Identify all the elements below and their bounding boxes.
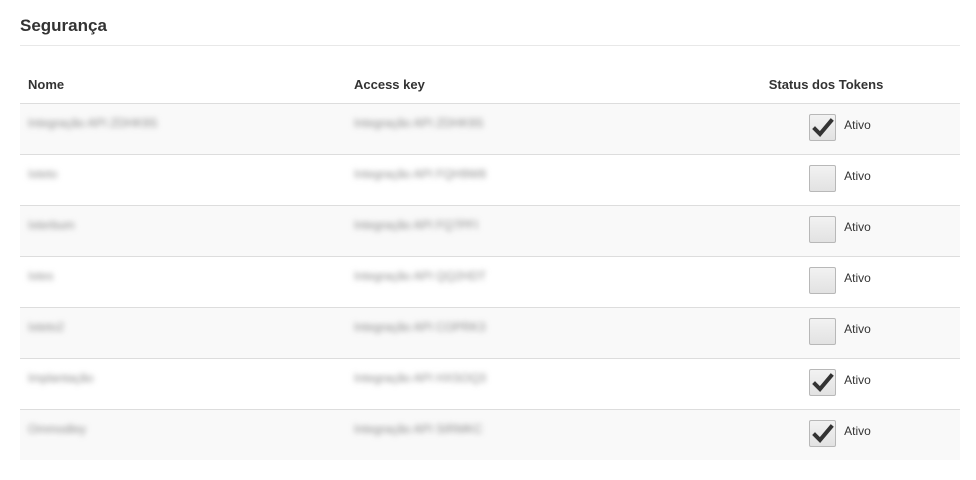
access-key: Integração API QQ2HDT: [354, 269, 487, 283]
access-key: Integração API FQ7PFI: [354, 218, 479, 232]
access-key-cell: Integração API HXSOQ3: [346, 358, 692, 410]
tokens-table: Nome Access key Status dos Tokens Integr…: [20, 66, 960, 460]
token-name: Ixtes: [28, 269, 54, 283]
access-key: Integração API SIRMKC: [354, 422, 483, 436]
checkmark-icon: [812, 424, 834, 443]
access-key-cell: Integração API COPRK3: [346, 307, 692, 359]
access-key: Integração API COPRK3: [354, 320, 486, 334]
table-row: Ixtes Integração API QQ2HDT Ativo: [20, 256, 960, 308]
column-header-name: Nome: [20, 66, 346, 104]
active-label: Ativo: [844, 168, 871, 183]
access-key-cell: Integração API FQ7PFI: [346, 205, 692, 257]
token-status-cell: Ativo: [692, 103, 960, 155]
token-status-cell: Ativo: [692, 307, 960, 359]
active-checkbox[interactable]: [809, 369, 837, 396]
page-title: Segurança: [20, 0, 960, 46]
active-label: Ativo: [844, 270, 871, 285]
token-status-toggle: Ativo: [809, 114, 871, 141]
active-checkbox[interactable]: [809, 114, 837, 141]
token-name: Ommodley: [28, 422, 87, 436]
active-checkbox[interactable]: [809, 267, 837, 294]
token-name: Ixteto: [28, 167, 58, 181]
token-name-cell: Integração API ZDHK9S: [20, 103, 346, 155]
token-name: Implantação: [28, 371, 94, 385]
access-key: Integração API ZDHK9S: [354, 116, 484, 130]
token-status-toggle: Ativo: [809, 420, 871, 447]
token-status-cell: Ativo: [692, 256, 960, 308]
active-checkbox[interactable]: [809, 420, 837, 447]
table-row: Ixteto2 Integração API COPRK3 Ativo: [20, 307, 960, 359]
token-status-cell: Ativo: [692, 154, 960, 206]
active-checkbox[interactable]: [809, 216, 837, 243]
active-label: Ativo: [844, 117, 871, 132]
checkmark-icon: [812, 373, 834, 392]
active-label: Ativo: [844, 372, 871, 387]
table-row: Integração API ZDHK9S Integração API ZDHK…: [20, 103, 960, 155]
access-key: Integração API FQH9W8: [354, 167, 487, 181]
token-status-cell: Ativo: [692, 358, 960, 410]
active-checkbox[interactable]: [809, 318, 837, 345]
access-key-cell: Integração API SIRMKC: [346, 409, 692, 460]
table-row: Ixteto Integração API FQH9W8 Ativo: [20, 154, 960, 206]
token-name-cell: Ixteto: [20, 154, 346, 206]
table-row: Ommodley Integração API SIRMKC Ativo: [20, 409, 960, 460]
active-label: Ativo: [844, 423, 871, 438]
token-status-toggle: Ativo: [809, 369, 871, 396]
token-name: Integração API ZDHK9S: [28, 116, 158, 130]
token-name-cell: Implantação: [20, 358, 346, 410]
token-status-toggle: Ativo: [809, 165, 871, 192]
access-key-cell: Integração API QQ2HDT: [346, 256, 692, 308]
token-status-toggle: Ativo: [809, 216, 871, 243]
table-row: Implantação Integração API HXSOQ3 Ativo: [20, 358, 960, 410]
table-header-row: Nome Access key Status dos Tokens: [20, 66, 960, 104]
token-name: Ixteto2: [28, 320, 65, 334]
token-name: Ixterbum: [28, 218, 75, 232]
active-label: Ativo: [844, 219, 871, 234]
access-key-cell: Integração API FQH9W8: [346, 154, 692, 206]
checkmark-icon: [812, 118, 834, 137]
token-name-cell: Ommodley: [20, 409, 346, 460]
active-label: Ativo: [844, 321, 871, 336]
token-status-toggle: Ativo: [809, 267, 871, 294]
active-checkbox[interactable]: [809, 165, 837, 192]
column-header-token-status: Status dos Tokens: [692, 66, 960, 104]
access-key: Integração API HXSOQ3: [354, 371, 487, 385]
token-name-cell: Ixterbum: [20, 205, 346, 257]
token-status-cell: Ativo: [692, 409, 960, 460]
access-key-cell: Integração API ZDHK9S: [346, 103, 692, 155]
column-header-access-key: Access key: [346, 66, 692, 104]
table-row: Ixterbum Integração API FQ7PFI Ativo: [20, 205, 960, 257]
security-panel: Segurança Nome Access key Status dos Tok…: [20, 0, 960, 460]
token-name-cell: Ixteto2: [20, 307, 346, 359]
token-status-toggle: Ativo: [809, 318, 871, 345]
token-name-cell: Ixtes: [20, 256, 346, 308]
token-status-cell: Ativo: [692, 205, 960, 257]
